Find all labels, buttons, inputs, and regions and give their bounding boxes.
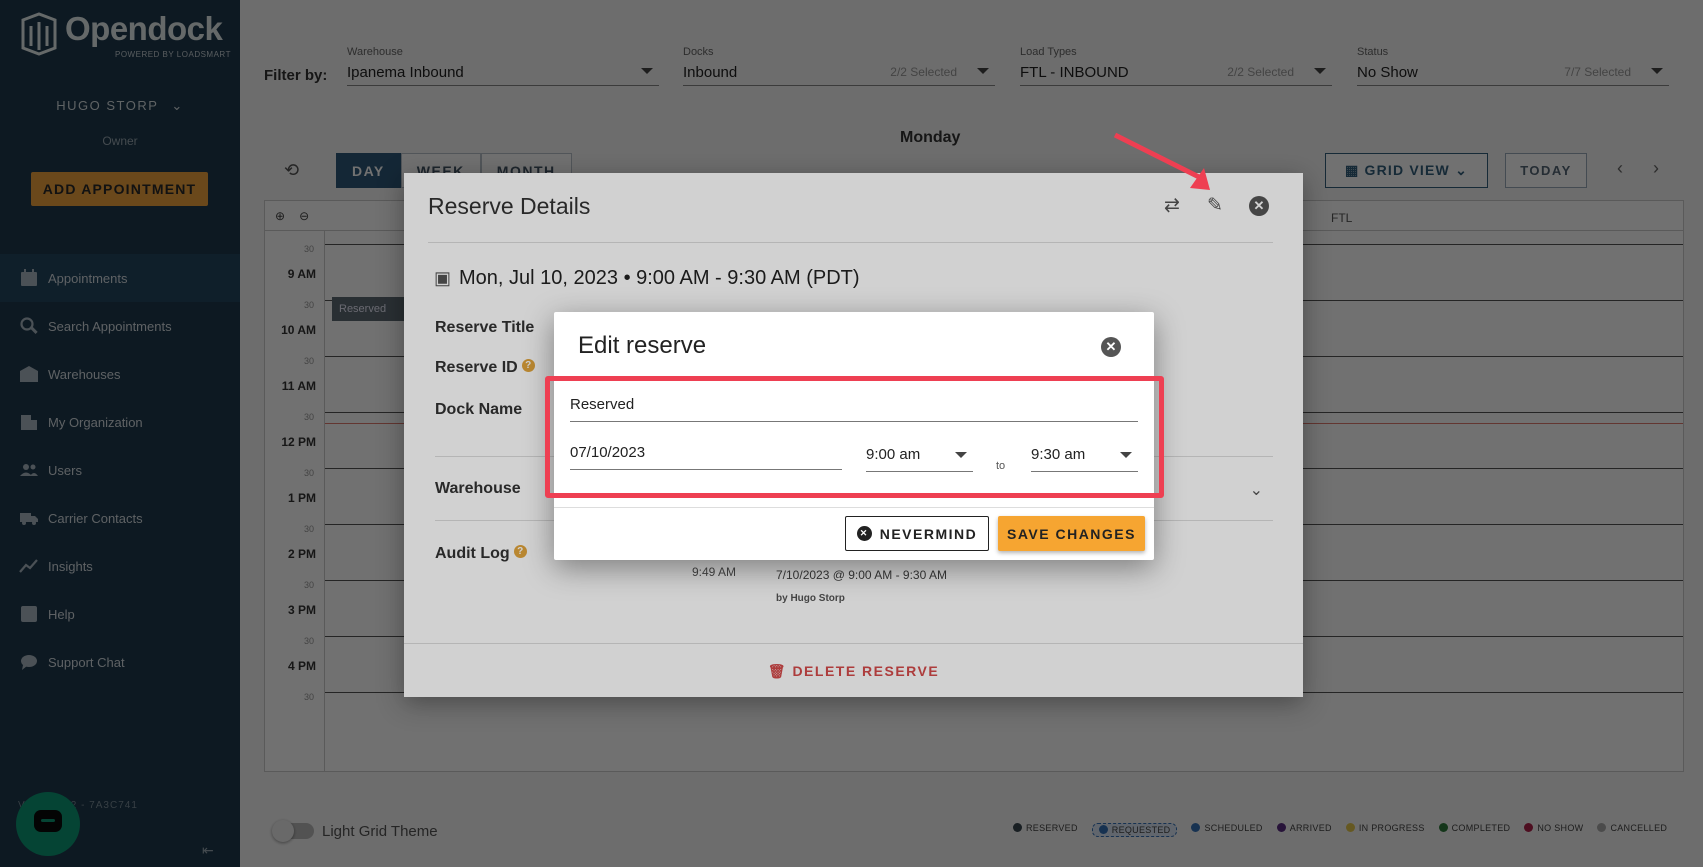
to-label: to xyxy=(996,460,1006,472)
close-dialog-button[interactable]: ✕ xyxy=(1101,337,1121,357)
highlight-annotation xyxy=(545,376,1164,498)
start-time-select[interactable] xyxy=(866,446,973,472)
annotation-arrow-icon xyxy=(1113,132,1210,190)
date-input[interactable] xyxy=(570,444,842,461)
close-icon: ✕ xyxy=(1101,337,1121,357)
save-changes-button[interactable]: SAVE CHANGES xyxy=(998,516,1145,551)
end-time-input[interactable] xyxy=(1031,446,1111,463)
date-field[interactable] xyxy=(570,444,842,470)
divider xyxy=(554,507,1154,508)
dialog-title: Edit reserve xyxy=(578,332,707,359)
nevermind-label: NEVERMIND xyxy=(879,525,978,542)
nevermind-button[interactable]: ✕ NEVERMIND xyxy=(845,516,989,551)
reserve-title-input[interactable] xyxy=(570,396,1138,413)
start-time-input[interactable] xyxy=(866,446,946,463)
caret-down-icon xyxy=(955,452,967,458)
caret-down-icon xyxy=(1120,452,1132,458)
end-time-select[interactable] xyxy=(1031,446,1138,472)
reserve-title-field[interactable] xyxy=(570,396,1138,422)
close-icon: ✕ xyxy=(856,526,872,541)
